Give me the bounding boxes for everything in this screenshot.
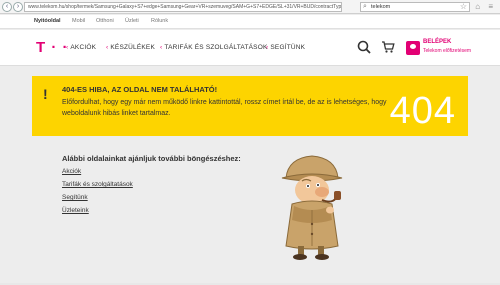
search-icon: ⌕ — [363, 3, 367, 10]
top-link-otthoni[interactable]: Otthoni — [96, 18, 114, 24]
suggestion-link-segitunk[interactable]: Segítünk — [62, 194, 88, 201]
browser-search-value: telekom — [371, 4, 391, 10]
login-subtitle[interactable]: Telekom előfizetésem — [423, 48, 471, 54]
error-code: 404 — [389, 90, 456, 132]
browser-menu-icons[interactable]: ☆ ⌂ ≡ — [460, 2, 496, 11]
top-link-row: Nyitóoldal Mobil Otthoni Üzleti Rólunk — [0, 15, 500, 29]
chevron-down-icon: ‹ — [266, 44, 269, 51]
menu-segitunk[interactable]: ‹ SEGÍTÜNK — [266, 44, 305, 51]
browser-toolbar: ‹ › www.telekom.hu/shop/termek/Samsung+G… — [0, 0, 500, 14]
error-banner: ! 404-ES HIBA, AZ OLDAL NEM TALÁLHATÓ! E… — [32, 76, 468, 136]
top-link-rolunk[interactable]: Rólunk — [151, 18, 168, 24]
telekom-logo[interactable]: T · · — [36, 39, 69, 56]
login-icon[interactable] — [406, 41, 420, 55]
main-header: T · · ‹ AKCIÓK ‹ KÉSZÜLÉKEK ‹ TARIFÁK ÉS SZ… — [0, 30, 500, 66]
browser-search-input[interactable]: ⌕ telekom — [360, 2, 470, 12]
chevron-down-icon: ‹ — [160, 44, 163, 51]
suggestions-title: Alábbi oldalainkat ajánljuk további böng… — [62, 154, 241, 163]
back-icon[interactable]: ‹ — [2, 2, 12, 12]
forward-icon[interactable]: › — [13, 2, 23, 12]
top-link-mobil[interactable]: Mobil — [72, 18, 85, 24]
error-description: Előfordulhat, hogy egy már nem működő li… — [62, 99, 387, 117]
search-icon[interactable] — [357, 40, 371, 54]
detective-illustration — [281, 155, 343, 260]
suggestion-link-tarifak[interactable]: Tarifák és szolgáltatások — [62, 181, 133, 188]
login-title[interactable]: BELÉPEK — [423, 39, 451, 45]
menu-tarifak[interactable]: ‹ TARIFÁK ÉS SZOLGÁLTATÁSOK — [160, 44, 268, 51]
top-link-home[interactable]: Nyitóoldal — [34, 18, 61, 24]
warning-icon: ! — [43, 86, 48, 102]
error-title: 404-ES HIBA, AZ OLDAL NEM TALÁLHATÓ! — [62, 85, 218, 94]
chevron-down-icon: ‹ — [66, 44, 69, 51]
address-bar[interactable]: www.telekom.hu/shop/termek/Samsung+Galax… — [24, 2, 342, 12]
chevron-down-icon: ‹ — [106, 44, 109, 51]
suggestion-link-akciok[interactable]: Akciók — [62, 168, 81, 175]
menu-akciok[interactable]: ‹ AKCIÓK — [66, 44, 96, 51]
top-link-uzleti[interactable]: Üzleti — [125, 18, 139, 24]
suggestion-link-uzleteink[interactable]: Üzleteink — [62, 207, 89, 214]
cart-icon[interactable] — [381, 40, 395, 54]
menu-keszulekek[interactable]: ‹ KÉSZÜLÉKEK — [106, 44, 155, 51]
